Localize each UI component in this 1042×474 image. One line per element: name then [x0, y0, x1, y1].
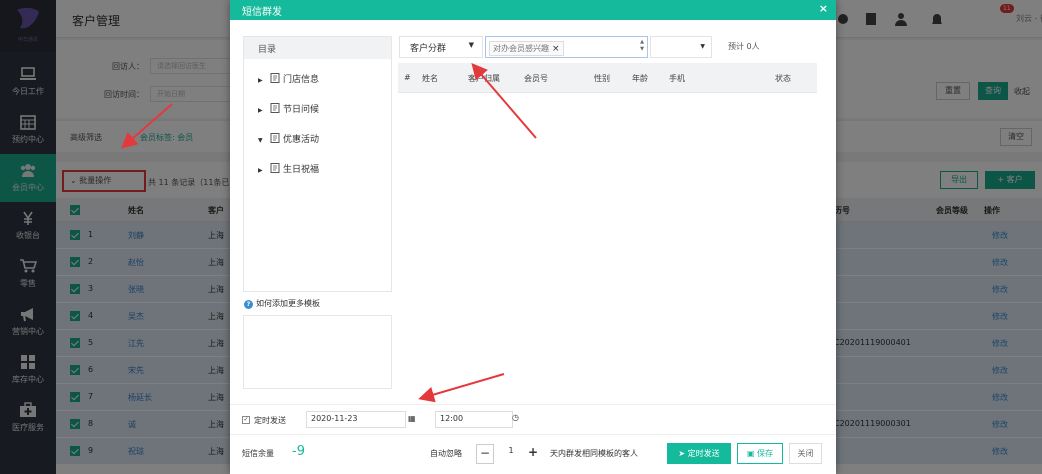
caret-right-icon: ▶: [258, 77, 263, 84]
time-input[interactable]: 12:00: [435, 411, 513, 428]
dialog-footer: 短信余量 -9 自动忽略 − 1 + 天内群发相同模板的客人 ➤ 定时发送 ▣ …: [230, 434, 836, 474]
close-icon[interactable]: ×: [819, 2, 828, 15]
template-preview-box: [243, 315, 392, 389]
days-input[interactable]: 1: [498, 444, 524, 464]
recipient-table-header: # 姓名 客户归属 会员号 性别 年龄 手机 状态: [398, 63, 817, 93]
col-gender: 性别: [594, 74, 610, 83]
caret-right-icon: ▶: [258, 107, 263, 114]
save-button[interactable]: ▣ 保存: [737, 443, 783, 464]
document-icon: [270, 73, 280, 83]
tree-item-store-info[interactable]: ▶ 门店信息: [258, 72, 319, 85]
ignore-label: 自动忽略: [430, 449, 462, 458]
tree-item-promotion[interactable]: ▼ 优惠活动: [258, 132, 319, 145]
help-link[interactable]: ? 如何添加更多模板: [244, 298, 320, 309]
col-owner: 客户归属: [468, 74, 500, 83]
col-name: 姓名: [422, 74, 438, 83]
save-icon: ▣: [746, 449, 758, 458]
document-icon: [270, 103, 280, 113]
tree-item-birthday[interactable]: ▶ 生日祝福: [258, 162, 319, 175]
scheduled-checkbox[interactable]: ✓: [242, 416, 250, 424]
balance-value: -9: [292, 444, 305, 459]
clock-icon[interactable]: ◷: [512, 413, 519, 422]
caret-down-icon: ▼: [468, 41, 474, 49]
tree-item-holiday[interactable]: ▶ 节日问候: [258, 102, 319, 115]
template-tree: 目录 ▶ 门店信息 ▶ 节日问候 ▼ 优惠活动 ▶ 生日祝福: [243, 36, 392, 292]
col-status: 状态: [775, 74, 791, 83]
customer-group-select[interactable]: 客户分群 ▼: [399, 36, 483, 58]
schedule-row: ✓ 定时发送 2020-11-23 ▦ 12:00 ◷: [230, 404, 836, 434]
ignore-suffix: 天内群发相同模板的客人: [550, 449, 638, 458]
decrement-button[interactable]: −: [476, 444, 494, 464]
col-index: #: [404, 73, 411, 82]
send-icon: ➤: [678, 449, 688, 458]
group-tag-input[interactable]: 对办会员感兴趣 × ▲ ▼: [485, 36, 648, 58]
spinner-arrows-icon[interactable]: ▲ ▼: [640, 39, 644, 53]
caret-right-icon: ▶: [258, 167, 263, 174]
group-tag: 对办会员感兴趣 ×: [489, 41, 564, 56]
secondary-select[interactable]: ▼: [650, 36, 712, 58]
calendar-icon[interactable]: ▦: [408, 414, 416, 423]
col-phone: 手机: [669, 74, 685, 83]
col-member-no: 会员号: [524, 74, 548, 83]
caret-down-icon: ▼: [258, 137, 263, 144]
tree-header: 目录: [244, 37, 391, 59]
estimate-count: 预计 0人: [728, 42, 760, 51]
close-button[interactable]: 关闭: [789, 443, 822, 464]
document-icon: [270, 163, 280, 173]
dialog-title: 短信群发: [242, 7, 282, 18]
app-window: 中华通讯 今日工作 预约中心 会员中心 收银台 零售 营销中心 库存中心: [0, 0, 1042, 474]
date-input[interactable]: 2020-11-23: [306, 411, 406, 428]
sms-broadcast-dialog: 短信群发 × 目录 ▶ 门店信息 ▶ 节日问候 ▼ 优惠活动 ▶ 生日祝福 ? 如何添加更…: [230, 0, 836, 474]
caret-down-icon: ▼: [700, 43, 705, 50]
balance-label: 短信余量: [242, 449, 274, 458]
question-icon: ?: [244, 300, 253, 309]
tag-remove-icon[interactable]: ×: [552, 44, 560, 54]
col-age: 年龄: [632, 74, 648, 83]
increment-button[interactable]: +: [524, 444, 542, 464]
document-icon: [270, 133, 280, 143]
scheduled-send-button[interactable]: ➤ 定时发送: [667, 443, 731, 464]
dialog-header: 短信群发 ×: [230, 0, 836, 20]
scheduled-label: 定时发送: [254, 416, 286, 425]
